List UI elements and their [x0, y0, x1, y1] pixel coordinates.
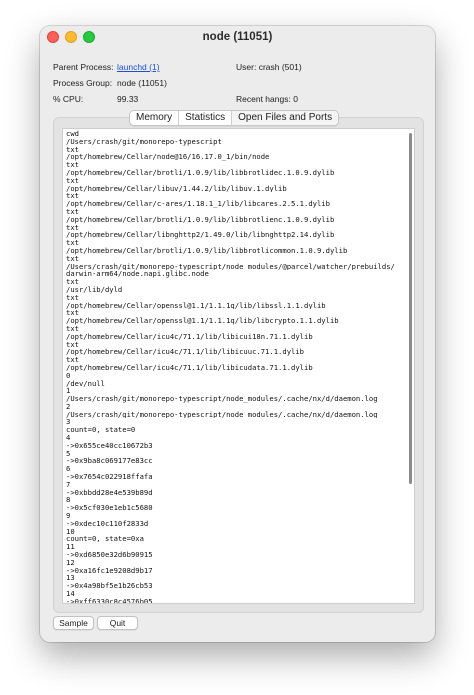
text-line: ->0xbbdd28e4e539b89d	[66, 488, 153, 497]
recent-hangs-value: 0	[293, 94, 298, 104]
text-line: /opt/homebrew/Cellar/openssl@1.1/1.1.1q/…	[66, 301, 326, 310]
process-window: node (11051) Parent Process: launchd (1)…	[40, 26, 435, 642]
text-line: txt	[66, 192, 79, 201]
text-line: ->0x9ba8c069177e83cc	[66, 457, 153, 466]
minimize-window-button[interactable]	[65, 31, 77, 43]
text-line: txt	[66, 223, 79, 232]
text-line: /opt/homebrew/Cellar/openssl@1.1/1.1.1q/…	[66, 317, 339, 325]
recent-hangs-label: Recent hangs:	[236, 94, 291, 104]
text-line: ->0xdec10c110f2833d	[66, 519, 149, 528]
text-line: darwin-arm64/node.napi.glibc.node	[66, 270, 209, 279]
tab-memory[interactable]: Memory	[130, 111, 178, 125]
process-group-value: node (11051)	[117, 78, 167, 88]
text-line: /opt/homebrew/Cellar/node@16/16.17.0_1/b…	[66, 153, 270, 162]
text-line: 6	[66, 465, 71, 474]
text-line: txt	[66, 340, 79, 349]
text-line: /opt/homebrew/Cellar/brotli/1.0.9/lib/li…	[66, 168, 335, 177]
text-line: 9	[66, 512, 71, 520]
text-line: ->0x655ce40cc10672b3	[66, 441, 153, 450]
info-row-parent: Parent Process: launchd (1) User: crash …	[53, 62, 423, 74]
text-line: 11	[66, 543, 75, 552]
tab-bar: Memory Statistics Open Files and Ports	[129, 110, 340, 126]
text-line: ->0xd6850e32d6b90915	[66, 551, 153, 559]
zoom-window-button[interactable]	[83, 31, 95, 43]
text-line: count=0, state=0	[66, 426, 136, 435]
text-line: txt	[66, 145, 79, 154]
text-line: 2	[66, 402, 71, 411]
text-line: txt	[66, 324, 79, 333]
text-line: /Users/crash/git/monorepo-typescript/nod…	[66, 262, 395, 271]
text-line: 12	[66, 558, 75, 567]
text-line: txt	[66, 278, 79, 286]
text-line: /Users/crash/git/monorepo-typescript/nod…	[66, 395, 378, 403]
close-window-button[interactable]	[47, 31, 59, 43]
text-line: txt	[66, 176, 79, 185]
text-line: 10	[66, 527, 75, 536]
parent-process-link[interactable]: launchd (1)	[117, 62, 160, 72]
title-bar: node (11051)	[40, 26, 435, 48]
user-label: User:	[236, 62, 257, 72]
text-line: /opt/homebrew/Cellar/c-ares/1.18.1_1/lib…	[66, 200, 330, 208]
tab-statistics[interactable]: Statistics	[178, 111, 231, 125]
cpu-value: 99.33	[117, 94, 139, 104]
parent-process-label: Parent Process:	[53, 62, 114, 72]
text-line: 13	[66, 574, 75, 583]
text-line: txt	[66, 293, 79, 302]
text-line: txt	[66, 239, 79, 247]
text-line: 14	[66, 590, 75, 598]
user-field: User: crash (501)	[236, 62, 302, 72]
text-line: /opt/homebrew/Cellar/brotli/1.0.9/lib/li…	[66, 246, 348, 255]
text-line: ->0x4a98bf5e1b26cb53	[66, 582, 153, 591]
text-line: 3	[66, 418, 71, 427]
text-line: /usr/lib/dyld	[66, 285, 123, 294]
text-line: /dev/null	[66, 379, 105, 388]
text-line: 5	[66, 449, 71, 458]
text-line: txt	[66, 161, 79, 169]
vertical-scrollbar[interactable]	[409, 133, 412, 484]
text-line: /opt/homebrew/Cellar/icu4c/71.1/lib/libi…	[66, 348, 304, 357]
sample-button[interactable]: Sample	[53, 616, 94, 630]
text-line: txt	[66, 207, 79, 216]
text-line: /opt/homebrew/Cellar/libnghttp2/1.49.0/l…	[66, 231, 335, 240]
text-line: 8	[66, 496, 71, 505]
text-line: txt	[66, 356, 79, 364]
text-line: 0	[66, 371, 71, 380]
text-line: txt	[66, 254, 79, 263]
text-line: ->0xff6330c8c4576b05	[66, 597, 153, 604]
text-line: txt	[66, 309, 79, 318]
text-line: 7	[66, 480, 71, 489]
text-line: cwd	[66, 130, 79, 138]
text-line: /opt/homebrew/Cellar/libuv/1.44.2/lib/li…	[66, 184, 287, 193]
text-line: ->0x7654c022918ffafa	[66, 473, 153, 481]
text-line: ->0x5cf030e1eb1c5680	[66, 504, 153, 513]
text-line: 4	[66, 434, 71, 442]
text-line: /opt/homebrew/Cellar/icu4c/71.1/lib/libi…	[66, 332, 313, 341]
text-line: 1	[66, 387, 71, 396]
window-title: node (11051)	[202, 31, 273, 43]
text-line: count=0, state=0xa	[66, 535, 144, 544]
quit-button[interactable]: Quit	[97, 616, 138, 630]
recent-hangs-field: Recent hangs: 0	[236, 94, 298, 104]
user-value: crash (501)	[258, 62, 302, 72]
text-line: /Users/crash/git/monorepo-typescript/nod…	[66, 410, 378, 419]
process-group-label: Process Group:	[53, 78, 113, 88]
open-files-lines: cwd/Users/crash/git/monorepo-typescript t…	[66, 130, 404, 604]
tab-open-files-and-ports[interactable]: Open Files and Ports	[231, 111, 339, 125]
text-line: /Users/crash/git/monorepo-typescript	[66, 137, 222, 146]
text-line: /opt/homebrew/Cellar/icu4c/71.1/lib/libi…	[66, 363, 313, 372]
info-row-group: Process Group: node (11051)	[53, 78, 423, 90]
window-controls	[47, 31, 95, 43]
cpu-label: % CPU:	[53, 94, 84, 104]
info-row-cpu: % CPU: 99.33 Recent hangs: 0	[53, 94, 423, 106]
open-files-text-area[interactable]: cwd/Users/crash/git/monorepo-typescript t…	[62, 128, 415, 604]
text-line: ->0xa16fc1e9208d9b17	[66, 566, 153, 575]
text-line: /opt/homebrew/Cellar/brotli/1.0.9/lib/li…	[66, 215, 335, 224]
